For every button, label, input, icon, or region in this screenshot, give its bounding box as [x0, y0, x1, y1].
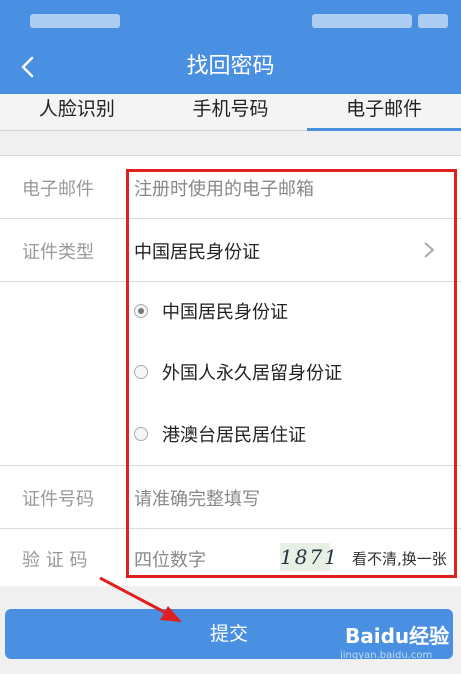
- id-type-label: 证件类型: [22, 242, 94, 263]
- tab-bar: 人脸识别 手机号码 电子邮件: [0, 94, 461, 131]
- status-right-blur: [312, 14, 412, 28]
- option-label: 外国人永久居留身份证: [162, 363, 342, 384]
- id-number-label: 证件号码: [22, 489, 94, 510]
- id-type-selected[interactable]: 中国居民身份证: [134, 238, 260, 264]
- page-title: 找回密码: [186, 54, 275, 79]
- email-input[interactable]: 注册时使用的电子邮箱: [134, 175, 314, 201]
- id-option-foreigner[interactable]: 外国人永久居留身份证: [134, 360, 342, 384]
- captcha-label: 验 证 码: [22, 550, 88, 571]
- option-label: 中国居民身份证: [162, 302, 288, 323]
- radio-checked-icon[interactable]: [134, 304, 148, 318]
- status-left-blur: [30, 14, 120, 28]
- divider: [0, 528, 461, 529]
- radio-icon[interactable]: [134, 427, 148, 441]
- divider: [0, 465, 461, 466]
- id-number-input[interactable]: 请准确完整填写: [134, 485, 260, 511]
- captcha-refresh-link[interactable]: 看不清,换一张: [352, 548, 447, 569]
- divider: [0, 281, 461, 282]
- tab-phone-number[interactable]: 手机号码: [154, 94, 308, 130]
- tab-email[interactable]: 电子邮件: [307, 94, 461, 131]
- captcha-image[interactable]: 1871: [280, 543, 337, 571]
- watermark-url: jingyan.baidu.com: [340, 650, 433, 661]
- chevron-right-icon[interactable]: [421, 240, 437, 260]
- battery-icon: [418, 14, 448, 28]
- status-bar: [0, 0, 461, 40]
- captcha-input[interactable]: 四位数字: [134, 546, 206, 572]
- navigation-bar: 找回密码: [0, 40, 461, 94]
- id-option-mainland[interactable]: 中国居民身份证: [134, 299, 288, 323]
- watermark-brand: Baidu经验: [345, 624, 450, 648]
- radio-icon[interactable]: [134, 365, 148, 379]
- divider: [0, 218, 461, 219]
- email-label: 电子邮件: [22, 179, 94, 200]
- id-option-hmt[interactable]: 港澳台居民居住证: [134, 422, 306, 446]
- tab-face-recognition[interactable]: 人脸识别: [0, 94, 154, 130]
- option-label: 港澳台居民居住证: [162, 425, 306, 446]
